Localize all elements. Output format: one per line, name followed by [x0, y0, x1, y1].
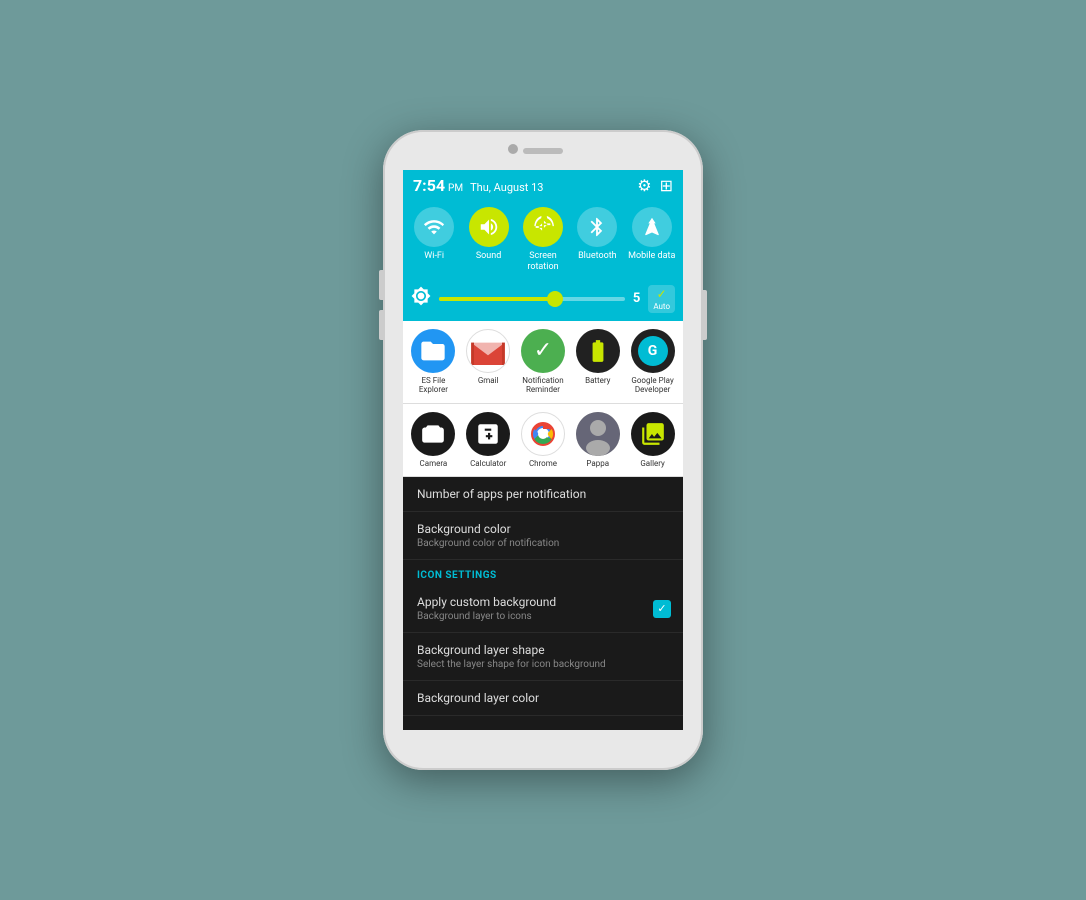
brightness-fill: [439, 297, 551, 301]
app-gallery[interactable]: Gallery: [628, 412, 678, 469]
apps-section-2: Camera Calculator: [403, 404, 683, 478]
auto-label: Auto: [653, 302, 670, 311]
camera-icon: [411, 412, 455, 456]
apps-per-notif-title: Number of apps per notification: [417, 487, 669, 501]
gmail-icon: [466, 329, 510, 373]
chrome-icon: [521, 412, 565, 456]
qs-tile-bluetooth[interactable]: Bluetooth: [573, 207, 621, 273]
layer-color-title: Background layer color: [417, 691, 669, 705]
battery-label: Battery: [585, 376, 610, 386]
qs-tile-wifi[interactable]: Wi-Fi: [410, 207, 458, 273]
phone-speaker: [523, 148, 563, 154]
settings-item-custom-background[interactable]: Apply custom background Background layer…: [403, 585, 683, 633]
sound-icon-circle: [469, 207, 509, 247]
mobile-data-icon-circle: [632, 207, 672, 247]
volume-down-button[interactable]: [379, 310, 383, 340]
sound-label: Sound: [476, 251, 501, 262]
app-chrome[interactable]: Chrome: [518, 412, 568, 469]
battery-icon: [576, 329, 620, 373]
pappa-label: Pappa: [586, 459, 609, 469]
pappa-icon: [576, 412, 620, 456]
app-battery[interactable]: Battery: [573, 329, 623, 395]
es-file-icon: [411, 329, 455, 373]
app-calculator[interactable]: Calculator: [463, 412, 513, 469]
status-icons: ⚙ ⊞: [637, 176, 673, 195]
wifi-icon-circle: [414, 207, 454, 247]
auto-brightness-btn[interactable]: ✓ Auto: [648, 285, 675, 313]
notification-icon: ✓: [521, 329, 565, 373]
settings-item-apps-per-notification[interactable]: Number of apps per notification: [403, 477, 683, 512]
gallery-icon: [631, 412, 675, 456]
settings-item-layer-color[interactable]: Background layer color: [403, 681, 683, 716]
settings-section: Number of apps per notification Backgrou…: [403, 477, 683, 716]
gmail-label: Gmail: [478, 376, 499, 386]
brightness-icon: [411, 286, 431, 311]
camera-label: Camera: [420, 459, 448, 469]
apps-row-1: ES File Explorer Gmail ✓: [403, 321, 683, 403]
gplay-icon: G: [631, 329, 675, 373]
app-gmail[interactable]: Gmail: [463, 329, 513, 395]
bluetooth-label: Bluetooth: [578, 251, 617, 262]
mobile-data-label: Mobile data: [628, 251, 675, 262]
custom-bg-title: Apply custom background: [417, 595, 669, 609]
gplay-label: Google Play Developer: [628, 376, 678, 395]
bg-color-subtitle: Background color of notification: [417, 538, 669, 549]
brightness-value: 5: [633, 291, 640, 306]
apps-section-1: ES File Explorer Gmail ✓: [403, 321, 683, 404]
settings-item-background-color[interactable]: Background color Background color of not…: [403, 512, 683, 560]
gallery-label: Gallery: [640, 459, 665, 469]
grid-icon[interactable]: ⊞: [660, 176, 673, 195]
chrome-label: Chrome: [529, 459, 557, 469]
bluetooth-icon-circle: [577, 207, 617, 247]
calculator-icon: [466, 412, 510, 456]
app-pappa[interactable]: Pappa: [573, 412, 623, 469]
app-es-file-explorer[interactable]: ES File Explorer: [408, 329, 458, 395]
power-button[interactable]: [703, 290, 707, 340]
brightness-thumb: [547, 291, 563, 307]
qs-tile-sound[interactable]: Sound: [465, 207, 513, 273]
app-notification[interactable]: ✓ Notification Reminder: [518, 329, 568, 395]
settings-item-layer-shape[interactable]: Background layer shape Select the layer …: [403, 633, 683, 681]
es-file-label: ES File Explorer: [408, 376, 458, 395]
custom-bg-subtitle: Background layer to icons: [417, 611, 669, 622]
layer-shape-subtitle: Select the layer shape for icon backgrou…: [417, 659, 669, 670]
brightness-row: 5 ✓ Auto: [403, 281, 683, 321]
app-camera[interactable]: Camera: [408, 412, 458, 469]
volume-up-button[interactable]: [379, 270, 383, 300]
phone-device: 7:54 PM Thu, August 13 ⚙ ⊞ Wi-Fi: [383, 130, 703, 770]
calculator-label: Calculator: [470, 459, 506, 469]
status-bar: 7:54 PM Thu, August 13 ⚙ ⊞: [403, 170, 683, 201]
notification-label: Notification Reminder: [518, 376, 568, 395]
icon-settings-header: ICON SETTINGS: [403, 560, 683, 585]
brightness-slider[interactable]: [439, 297, 625, 301]
screen-rotation-icon-circle: [523, 207, 563, 247]
custom-bg-checkbox[interactable]: ✓: [653, 600, 671, 618]
bg-color-title: Background color: [417, 522, 669, 536]
status-time: 7:54: [413, 176, 445, 195]
gear-icon[interactable]: ⚙: [637, 176, 651, 195]
wifi-label: Wi-Fi: [424, 251, 444, 262]
app-google-play[interactable]: G Google Play Developer: [628, 329, 678, 395]
apps-row-2: Camera Calculator: [403, 404, 683, 477]
quick-settings-panel: Wi-Fi Sound Screen rotation: [403, 201, 683, 281]
phone-camera: [508, 144, 518, 154]
phone-screen: 7:54 PM Thu, August 13 ⚙ ⊞ Wi-Fi: [403, 170, 683, 730]
layer-shape-title: Background layer shape: [417, 643, 669, 657]
status-time-period: PM: [448, 183, 463, 194]
qs-tile-mobile-data[interactable]: Mobile data: [628, 207, 676, 273]
screen-rotation-label: Screen rotation: [519, 251, 567, 273]
status-date: Thu, August 13: [470, 181, 543, 194]
auto-check-icon: ✓: [657, 287, 667, 301]
qs-tile-screen-rotation[interactable]: Screen rotation: [519, 207, 567, 273]
